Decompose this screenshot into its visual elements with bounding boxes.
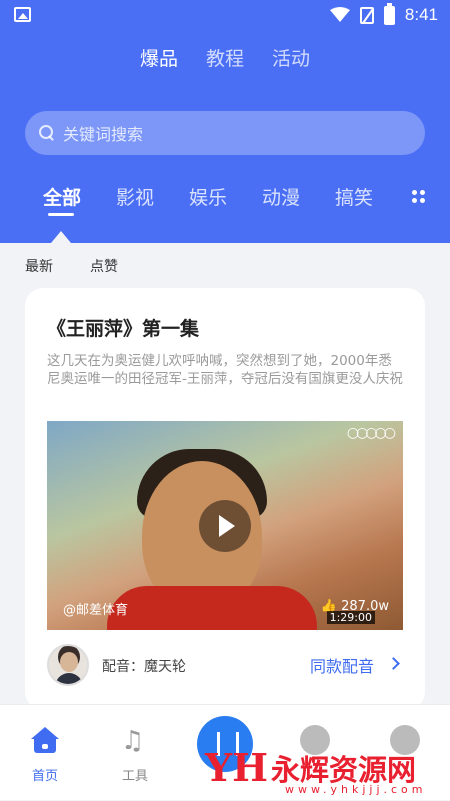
battery-icon [383, 2, 395, 25]
category-entertainment[interactable]: 娱乐 [189, 183, 227, 210]
nav-tools[interactable]: ♫ 工具 [100, 705, 170, 801]
watermark-logo: YH [205, 745, 269, 790]
active-category-underline [48, 213, 74, 216]
tab-huodong[interactable]: 活动 [272, 44, 310, 71]
card-description: 这几天在为奥运健儿欢呼呐喊，突然想到了她，2000年悉尼奥运唯一的田径冠军-王丽… [47, 353, 403, 387]
status-time: 8:41 [404, 5, 438, 24]
tab-pointer [51, 231, 71, 243]
search-bar[interactable]: 关键词搜索 [25, 111, 425, 155]
olympic-rings-icon: ○○○○○ [346, 425, 396, 441]
tab-baopin[interactable]: 爆品 [140, 44, 178, 71]
status-icons: 8:41 [329, 2, 438, 25]
home-icon [31, 727, 59, 753]
video-thumbnail[interactable]: ○○○○○ @邮差体育 👍 287.0w 1:29:00 [47, 421, 403, 630]
thumbnail-shirt [107, 586, 317, 630]
music-tool-icon: ♫ [121, 726, 145, 756]
video-duration: 1:29:00 [326, 611, 375, 624]
category-tabs: 全部 影视 娱乐 动漫 搞笑 [0, 183, 450, 223]
watermark-url: www.yhkjjj.com [285, 783, 427, 796]
avatar[interactable] [47, 644, 89, 686]
nav-home[interactable]: 首页 [10, 705, 80, 801]
top-tabs: 爆品 教程 活动 [0, 44, 450, 71]
video-watermark: @邮差体育 [63, 603, 129, 618]
play-icon[interactable] [199, 500, 251, 552]
video-card[interactable]: 《王丽萍》第一集 这几天在为奥运健儿欢呼呐喊，突然想到了她，2000年悉尼奥运唯… [25, 288, 425, 710]
sort-latest[interactable]: 最新 [25, 256, 53, 276]
watermark-banner: YH 永辉资源网 www.yhkjjj.com [205, 745, 450, 800]
more-categories-icon[interactable] [412, 190, 426, 204]
search-icon [39, 125, 55, 141]
dubber-label: 配音：魔天轮 [102, 659, 186, 675]
chevron-right-icon[interactable] [387, 657, 400, 670]
search-placeholder: 关键词搜索 [63, 125, 144, 144]
wifi-icon [329, 7, 350, 22]
category-all[interactable]: 全部 [43, 183, 81, 210]
no-sim-icon [359, 6, 374, 24]
status-bar: 8:41 [0, 0, 450, 30]
category-anime[interactable]: 动漫 [262, 183, 300, 210]
nav-home-label: 首页 [31, 769, 58, 784]
sort-options: 最新 点赞 [25, 256, 118, 276]
nav-tools-label: 工具 [121, 769, 148, 784]
tab-jiaocheng[interactable]: 教程 [206, 44, 244, 71]
sort-likes[interactable]: 点赞 [90, 256, 118, 276]
category-funny[interactable]: 搞笑 [335, 183, 373, 210]
category-film[interactable]: 影视 [116, 183, 154, 210]
header: 8:41 爆品 教程 活动 关键词搜索 全部 影视 娱乐 动漫 搞笑 [0, 0, 450, 243]
same-dub-button[interactable]: 同款配音 [310, 653, 374, 677]
gallery-notification-icon [14, 7, 31, 22]
card-title: 《王丽萍》第一集 [47, 318, 200, 340]
